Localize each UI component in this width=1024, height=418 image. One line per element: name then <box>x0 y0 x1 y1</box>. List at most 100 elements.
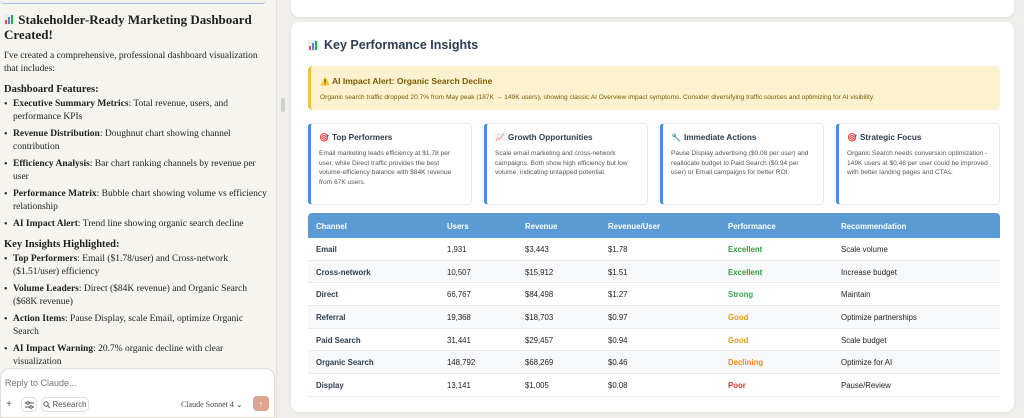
send-button[interactable]: ↑ <box>253 396 269 411</box>
chevron-down-icon: ⌄ <box>235 400 243 409</box>
cell-revenue: $68,269 <box>525 358 554 368</box>
alert-text: Organic search traffic dropped 20.7% fro… <box>320 94 875 101</box>
header-revenue-per-user: Revenue/User <box>608 222 661 231</box>
chat-transcript[interactable]: Stakeholder-Ready Marketing Dashboard Cr… <box>0 0 277 366</box>
search-icon <box>43 401 51 408</box>
previous-card-edge <box>291 0 1014 17</box>
wrench-icon: 🔧 <box>671 133 681 142</box>
header-channel: Channel <box>316 222 347 231</box>
header-revenue: Revenue <box>525 222 558 231</box>
model-selector[interactable]: Claude Sonnet 4 ⌄ <box>181 400 243 409</box>
list-item: AI Impact Warning: 20.7% organic decline… <box>4 343 269 366</box>
cell-users: 148,792 <box>447 358 476 368</box>
ai-impact-alert: ⚠️ AI Impact Alert: Organic Search Decli… <box>308 66 1000 110</box>
list-item: Action Items: Pause Display, scale Email… <box>4 313 269 339</box>
cell-channel: Direct <box>316 290 339 300</box>
bar-chart-icon <box>308 39 319 51</box>
cell-revenue-per-user: $1.78 <box>608 245 628 254</box>
alert-title: ⚠️ AI Impact Alert: Organic Search Decli… <box>320 76 493 86</box>
insight-card-text: Organic Search needs conversion optimiza… <box>847 150 988 177</box>
cell-performance: Good <box>728 313 749 323</box>
table-row: Display 13,141 $1,005 $0.08 Poor Pause/Review <box>308 374 1000 397</box>
cell-channel: Display <box>316 381 344 391</box>
insights-card: Key Performance Insights ⚠️ AI Impact Al… <box>291 22 1014 412</box>
panel-resize-handle[interactable] <box>281 98 285 112</box>
cell-revenue: $18,703 <box>525 313 554 323</box>
table-row: Referral 19,368 $18,703 $0.97 Good Optimize p… <box>308 306 1000 329</box>
artifact-panel: Key Performance Insights ⚠️ AI Impact Al… <box>291 0 1024 418</box>
list-item: AI Impact Alert: Trend line showing orga… <box>4 218 269 231</box>
insights-heading: Key Insights Highlighted: <box>4 239 120 250</box>
header-performance: Performance <box>728 222 776 231</box>
target-icon: 🎯 <box>847 133 857 142</box>
insight-card-actions: 🔧 Immediate Actions Pause Display adverti… <box>660 123 824 205</box>
cell-channel: Organic Search <box>316 358 374 368</box>
cell-performance: Excellent <box>728 245 763 254</box>
cell-recommendation: Scale budget <box>841 335 887 345</box>
cell-users: 66,767 <box>447 290 471 300</box>
channel-performance-table: Channel Users Revenue Revenue/User Perfo… <box>308 213 1000 397</box>
table-row: Paid Search 31,441 $29,457 $0.94 Good Scale b… <box>308 329 1000 352</box>
plus-icon: + <box>6 399 12 410</box>
cell-revenue: $84,498 <box>525 290 554 300</box>
arrow-up-icon: ↑ <box>258 398 264 409</box>
cell-channel: Email <box>316 245 337 254</box>
message-composer: + Research Claude Sonnet 4 ⌄ ↑ <box>0 368 275 418</box>
insight-card-text: Email marketing leads efficiency at $1.7… <box>319 150 452 186</box>
cell-recommendation: Optimize for AI <box>841 358 893 368</box>
insight-card-strategic: 🎯 Strategic Focus Organic Search needs co… <box>836 123 1000 205</box>
cell-performance: Good <box>728 335 749 345</box>
cell-revenue-per-user: $0.46 <box>608 358 628 368</box>
list-item: Volume Leaders: Direct ($84K revenue) an… <box>4 283 269 309</box>
insight-card-growth: 📈 Growth Opportunities Scale email market… <box>484 123 648 205</box>
cell-revenue-per-user: $0.94 <box>608 335 628 345</box>
tools-button[interactable] <box>21 397 37 412</box>
table-row: Organic Search 148,792 $68,269 $0.46 Declini… <box>308 351 1000 375</box>
cell-recommendation: Increase budget <box>841 267 897 277</box>
table-row: Email 1,931 $3,443 $1.78 Excellent Scale volu… <box>308 238 1000 261</box>
cell-channel: Referral <box>316 313 346 323</box>
list-item: Efficiency Analysis: Bar chart ranking c… <box>4 158 269 184</box>
add-attachment-button[interactable]: + <box>3 397 15 412</box>
insights-list: Top Performers: Email ($1.78/user) and C… <box>4 253 269 366</box>
chat-panel: Stakeholder-Ready Marketing Dashboard Cr… <box>0 0 277 418</box>
cell-recommendation: Pause/Review <box>841 381 891 391</box>
cell-performance: Excellent <box>728 267 763 277</box>
cell-revenue: $29,457 <box>525 335 554 345</box>
cell-users: 10,507 <box>447 267 471 277</box>
cell-users: 13,141 <box>447 381 471 391</box>
cell-revenue-per-user: $1.27 <box>608 290 628 300</box>
cell-performance: Poor <box>728 381 746 391</box>
cell-users: 19,368 <box>447 313 471 323</box>
insight-card-top-performers: 🎯 Top Performers Email marketing leads ef… <box>308 123 472 205</box>
features-heading: Dashboard Features: <box>4 84 99 95</box>
cell-performance: Strong <box>728 290 754 300</box>
target-icon: 🎯 <box>319 133 329 142</box>
cell-recommendation: Maintain <box>841 290 871 300</box>
features-list: Executive Summary Metrics: Total revenue… <box>4 98 269 231</box>
message-intro: I've created a comprehensive, profession… <box>4 51 258 74</box>
research-button[interactable]: Research <box>41 397 89 412</box>
warning-icon: ⚠️ <box>320 77 330 86</box>
reply-input[interactable] <box>5 378 205 388</box>
cell-revenue: $1,005 <box>525 381 549 391</box>
list-item: Executive Summary Metrics: Total revenue… <box>4 98 269 124</box>
sliders-icon <box>24 400 34 409</box>
cell-performance: Declining <box>728 358 764 368</box>
list-item: Performance Matrix: Bubble chart showing… <box>4 188 269 214</box>
cell-channel: Paid Search <box>316 335 361 345</box>
cell-revenue: $15,912 <box>525 267 554 277</box>
bar-chart-icon <box>4 14 15 25</box>
insight-card-text: Scale email marketing and cross-network … <box>495 150 628 177</box>
message-title: Stakeholder-Ready Marketing Dashboard Cr… <box>4 12 252 42</box>
cell-recommendation: Optimize partnerships <box>841 313 917 323</box>
header-users: Users <box>447 222 469 231</box>
header-recommendation: Recommendation <box>841 222 907 231</box>
list-item: Revenue Distribution: Doughnut chart sho… <box>4 128 269 154</box>
chart-up-icon: 📈 <box>495 133 505 142</box>
list-item: Top Performers: Email ($1.78/user) and C… <box>4 253 269 279</box>
table-row: Direct 66,767 $84,498 $1.27 Strong Maintain <box>308 283 1000 307</box>
cell-revenue-per-user: $0.08 <box>608 381 628 391</box>
insight-card-text: Pause Display advertising ($0.08 per use… <box>671 150 809 177</box>
cell-revenue-per-user: $1.51 <box>608 267 628 277</box>
